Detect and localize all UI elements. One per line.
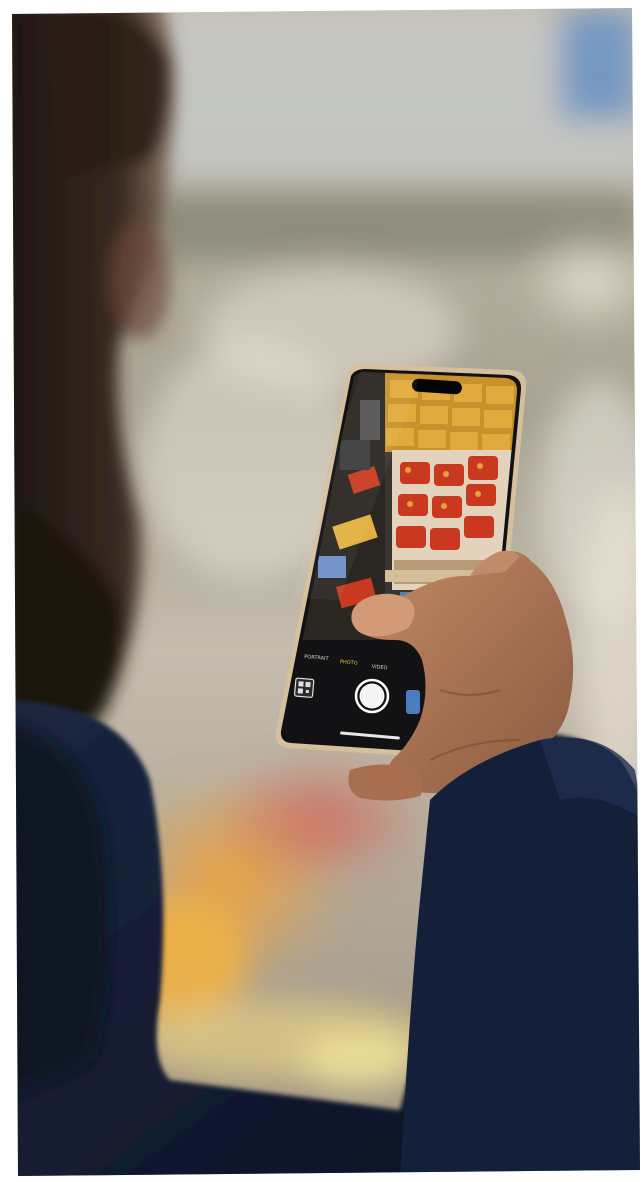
sleeve xyxy=(400,737,640,1176)
qr-scan-icon[interactable] xyxy=(293,677,315,698)
shutter-button-icon[interactable] xyxy=(354,678,390,714)
photo-scene: PORTRAIT PHOTO VIDEO xyxy=(0,0,643,1182)
photo: PORTRAIT PHOTO VIDEO xyxy=(12,8,640,1176)
gallery-thumbnail-icon[interactable] xyxy=(406,690,420,714)
